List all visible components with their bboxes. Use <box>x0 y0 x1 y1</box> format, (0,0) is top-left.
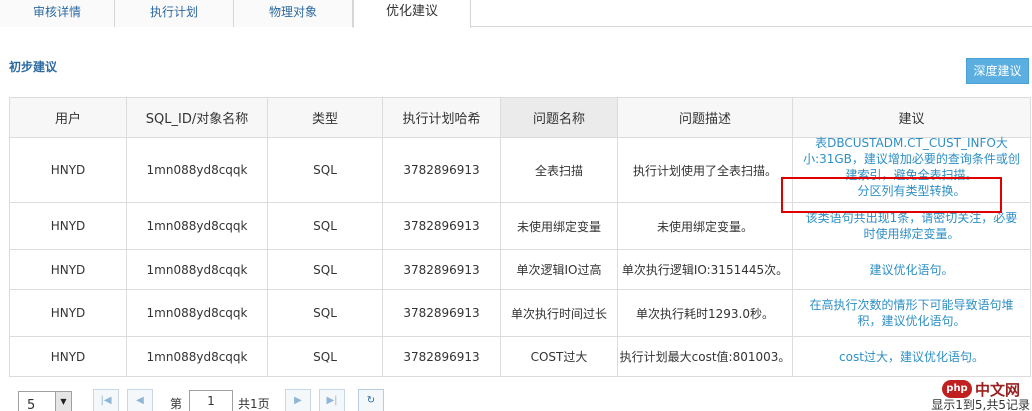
refresh-button[interactable]: ↻ <box>358 389 384 411</box>
cell-type: SQL <box>267 289 383 337</box>
column-header-problem-desc[interactable]: 问题描述 <box>617 97 793 138</box>
advice-line: 小:31GB，建议增加必要的查询条件或创 <box>803 152 1020 166</box>
page-size-value: 5 <box>27 398 36 411</box>
cell-advice: cost过大，建议优化语句。 <box>792 336 1031 377</box>
cell-plan-hash: 3782896913 <box>382 336 501 377</box>
next-page-button[interactable]: ▶ <box>285 389 311 411</box>
cell-user: HNYD <box>9 249 127 290</box>
page-label-prefix: 第 <box>170 397 183 411</box>
cell-problem-desc: 单次执行耗时1293.0秒。 <box>617 289 793 337</box>
advice-line: 积，建议优化语句。 <box>857 314 966 328</box>
cell-sql-id: 1mn088yd8cqqk <box>126 289 268 337</box>
cell-advice: 建议优化语句。 <box>792 249 1031 290</box>
first-page-icon: |◀ <box>100 395 112 406</box>
refresh-icon: ↻ <box>366 395 376 406</box>
table-row[interactable]: HNYD 1mn088yd8cqqk SQL 3782896913 COST过大… <box>9 336 1031 377</box>
cell-problem-name: 单次执行时间过长 <box>500 289 618 337</box>
column-header-type[interactable]: 类型 <box>267 97 383 138</box>
cell-sql-id: 1mn088yd8cqqk <box>126 202 268 250</box>
cell-sql-id: 1mn088yd8cqqk <box>126 249 268 290</box>
cell-plan-hash: 3782896913 <box>382 289 501 337</box>
tab-execution-plan[interactable]: 执行计划 <box>115 0 234 27</box>
tab-physical-objects[interactable]: 物理对象 <box>234 0 353 27</box>
cell-type: SQL <box>267 202 383 250</box>
cell-user: HNYD <box>9 202 127 250</box>
chevron-down-icon[interactable]: ▼ <box>55 392 71 411</box>
advice-line: 表DBCUSTADM.CT_CUST_INFO大 <box>815 136 1008 150</box>
advice-line: 在高执行次数的情形下可能导致语句堆 <box>809 298 1014 312</box>
advice-table: 用户 SQL_ID/对象名称 类型 执行计划哈希 问题名称 问题描述 建议 HN… <box>9 97 1031 377</box>
page-number-input[interactable]: 1 <box>189 390 233 411</box>
total-pages-label: 共1页 <box>238 397 270 411</box>
advice-line: 时使用绑定变量。 <box>863 227 960 241</box>
advice-line: cost过大，建议优化语句。 <box>839 349 984 364</box>
column-header-plan-hash[interactable]: 执行计划哈希 <box>382 97 501 138</box>
next-page-icon: ▶ <box>294 395 302 406</box>
page-size-select[interactable]: 5 ▼ <box>18 391 72 411</box>
table-row[interactable]: HNYD 1mn088yd8cqqk SQL 3782896913 单次逻辑IO… <box>9 249 1031 290</box>
column-header-advice[interactable]: 建议 <box>792 97 1031 138</box>
watermark-text: 中文网 <box>975 381 1021 399</box>
column-header-sql-id[interactable]: SQL_ID/对象名称 <box>126 97 268 138</box>
cell-problem-name: 未使用绑定变量 <box>500 202 618 250</box>
section-title: 初步建议 <box>9 60 58 74</box>
prev-page-icon: ◀ <box>136 395 144 406</box>
cell-user: HNYD <box>9 336 127 377</box>
highlight-annotation-box <box>781 177 1002 213</box>
cell-problem-name: COST过大 <box>500 336 618 377</box>
first-page-button[interactable]: |◀ <box>93 389 119 411</box>
last-page-button[interactable]: ▶| <box>319 389 345 411</box>
table-row[interactable]: HNYD 1mn088yd8cqqk SQL 3782896913 单次执行时间… <box>9 289 1031 337</box>
tab-audit-details[interactable]: 审核详情 <box>0 0 115 27</box>
cell-type: SQL <box>267 249 383 290</box>
site-watermark: php 中文网 <box>942 378 1030 402</box>
advice-line: 建议优化语句。 <box>869 262 954 277</box>
pagination-bar: 5 ▼ |◀ ◀ 第 1 共1页 ▶ ▶| ↻ 显示1到5,共5记录 <box>0 386 1032 411</box>
cell-problem-desc: 执行计划最大cost值:801003。 <box>617 336 793 377</box>
cell-user: HNYD <box>9 137 127 203</box>
cell-plan-hash: 3782896913 <box>382 202 501 250</box>
cell-problem-desc: 未使用绑定变量。 <box>617 202 793 250</box>
prev-page-button[interactable]: ◀ <box>127 389 153 411</box>
cell-plan-hash: 3782896913 <box>382 249 501 290</box>
deep-advice-button[interactable]: 深度建议 <box>966 58 1029 84</box>
table-header-row: 用户 SQL_ID/对象名称 类型 执行计划哈希 问题名称 问题描述 建议 <box>9 97 1031 138</box>
cell-plan-hash: 3782896913 <box>382 137 501 203</box>
cell-problem-desc: 单次执行逻辑IO:3151445次。 <box>617 249 793 290</box>
tab-optimization-advice[interactable]: 优化建议 <box>353 0 471 28</box>
cell-sql-id: 1mn088yd8cqqk <box>126 336 268 377</box>
cell-advice: 在高执行次数的情形下可能导致语句堆 积，建议优化语句。 <box>792 289 1031 337</box>
cell-problem-desc: 执行计划使用了全表扫描。 <box>617 137 793 203</box>
cell-user: HNYD <box>9 289 127 337</box>
column-header-user[interactable]: 用户 <box>9 97 127 138</box>
cell-type: SQL <box>267 336 383 377</box>
last-page-icon: ▶| <box>326 395 338 406</box>
cell-problem-name: 单次逻辑IO过高 <box>500 249 618 290</box>
cell-problem-name: 全表扫描 <box>500 137 618 203</box>
cell-type: SQL <box>267 137 383 203</box>
column-header-problem-name[interactable]: 问题名称 <box>500 97 618 138</box>
php-logo: php <box>942 380 972 398</box>
cell-sql-id: 1mn088yd8cqqk <box>126 137 268 203</box>
tab-bar: 审核详情 执行计划 物理对象 优化建议 <box>0 0 1032 28</box>
